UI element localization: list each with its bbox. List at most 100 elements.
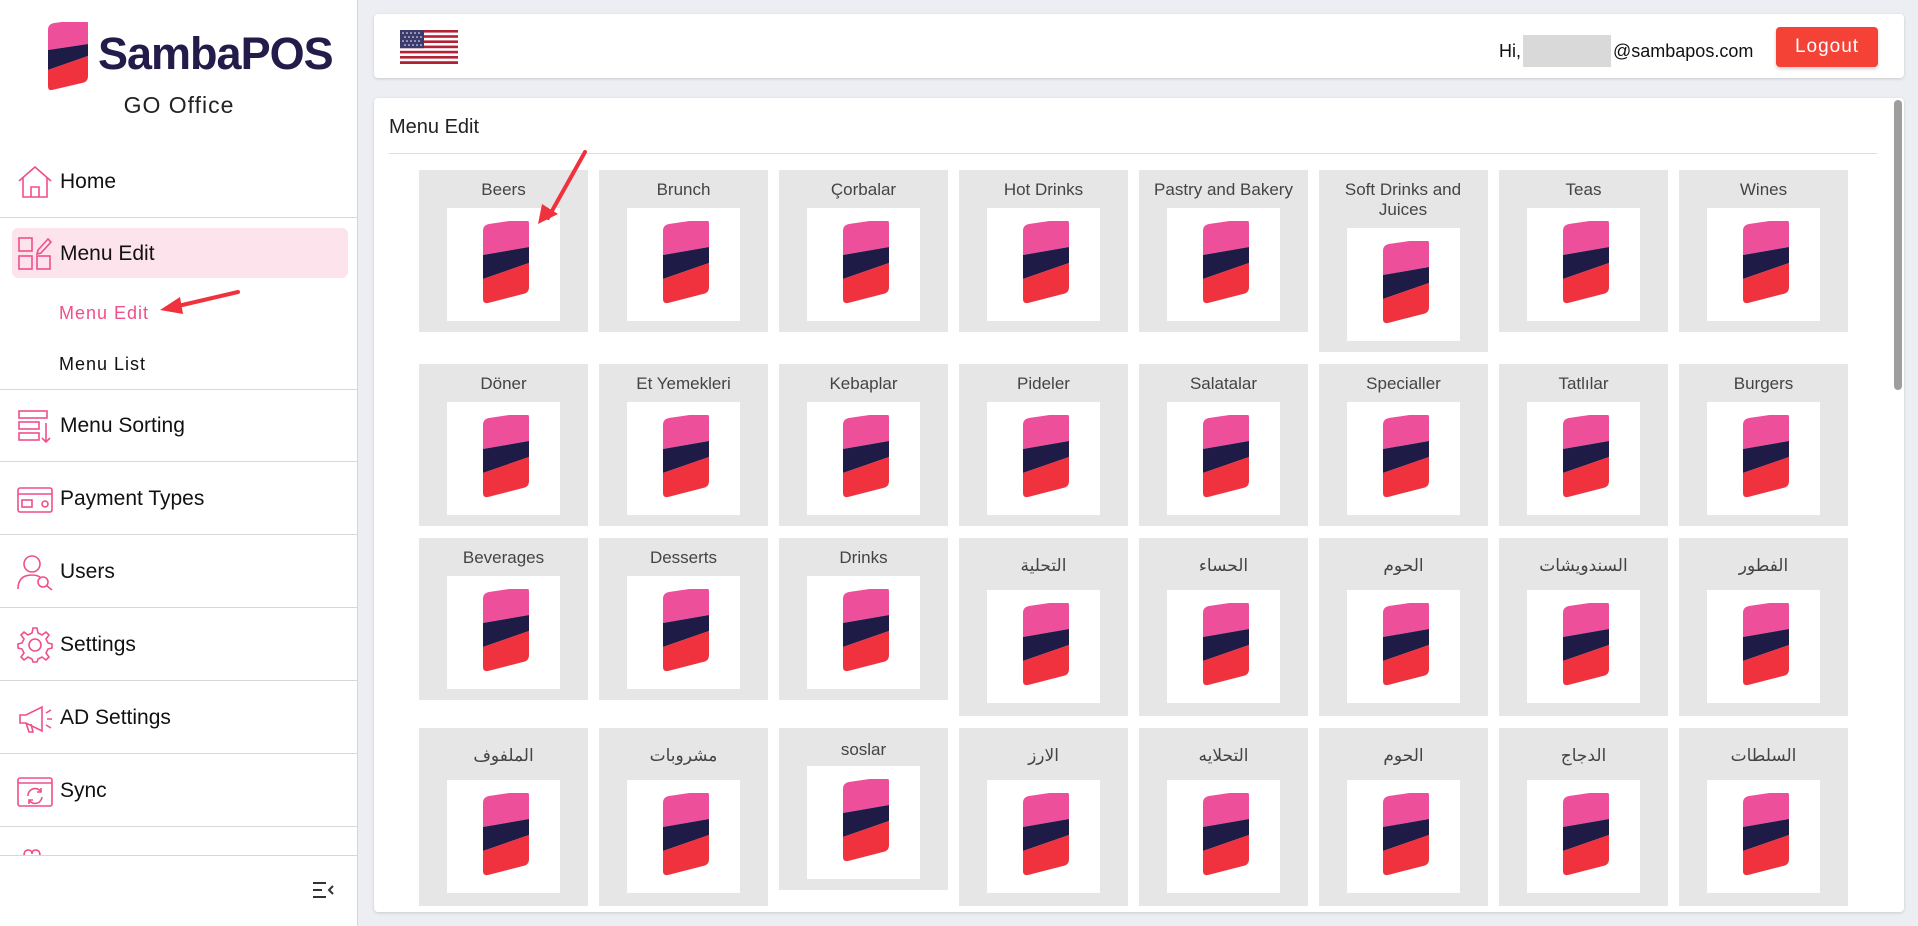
menu-tile[interactable]: Döner [419, 364, 588, 526]
menu-tile[interactable]: الحوم [1319, 728, 1488, 906]
menu-tile[interactable]: السندويشات [1499, 538, 1668, 716]
sync-icon [17, 776, 53, 807]
menu-tile[interactable]: soslar [779, 728, 948, 890]
menu-tile-image [1527, 780, 1640, 893]
menu-tile-image [1527, 402, 1640, 515]
menu-tile[interactable]: Pideler [959, 364, 1128, 526]
scrollbar[interactable] [1892, 98, 1904, 912]
sambapos-logo-icon [1742, 414, 1789, 497]
menu-tile-name: Döner [480, 374, 527, 393]
menu-tile-image [627, 576, 740, 689]
menu-tile-image [987, 402, 1100, 515]
sidebar-item-home[interactable]: Home [0, 146, 358, 218]
us-flag-icon[interactable] [400, 30, 458, 64]
sambapos-logo-icon [842, 220, 889, 303]
menu-tile-image [1167, 208, 1280, 321]
menu-tile-image [1347, 228, 1460, 341]
menu-tile[interactable]: Beverages [419, 538, 588, 700]
menu-tile[interactable]: الارز [959, 728, 1128, 906]
sambapos-logo-icon [1202, 220, 1249, 303]
sidebar-item-menu-sorting[interactable]: Menu Sorting [0, 390, 358, 462]
sambapos-logo-icon [1022, 414, 1069, 497]
menu-tile[interactable]: Desserts [599, 538, 768, 700]
sidebar: SambaPOS GO Office Home Menu Edit Menu E… [0, 0, 358, 926]
menu-tile[interactable]: Specialler [1319, 364, 1488, 526]
menu-tile[interactable]: الحساء [1139, 538, 1308, 716]
sambapos-logo-icon [48, 22, 88, 91]
page-title: Menu Edit [389, 116, 480, 138]
sambapos-logo-icon [1742, 792, 1789, 875]
logout-button[interactable]: Logout [1776, 27, 1878, 67]
menu-tile[interactable]: Burgers [1679, 364, 1848, 526]
menu-tile[interactable]: التحلية [959, 538, 1128, 716]
menu-tile[interactable]: Beers [419, 170, 588, 332]
menu-tile-image [627, 402, 740, 515]
menu-tile-image [1167, 402, 1280, 515]
menu-tile[interactable]: الملفوف [419, 728, 588, 906]
divider [389, 153, 1877, 154]
menu-tile[interactable]: Çorbalar [779, 170, 948, 332]
edit-grid-icon [18, 237, 53, 270]
sambapos-logo-icon [1022, 220, 1069, 303]
sambapos-logo-icon [662, 588, 709, 671]
menu-tile-image [1167, 780, 1280, 893]
menu-tile-image [447, 576, 560, 689]
menu-tile[interactable]: Tatlılar [1499, 364, 1668, 526]
menu-tile-image [1167, 590, 1280, 703]
menu-tile[interactable]: Soft Drinks and Juices [1319, 170, 1488, 352]
menu-tile-name: Tatlılar [1558, 374, 1609, 393]
menu-tile-image [807, 208, 920, 321]
sidebar-subitem-menu-edit[interactable]: Menu Edit [59, 303, 149, 324]
menu-tile-image [807, 766, 920, 879]
scrollbar-thumb[interactable] [1894, 100, 1902, 390]
sort-icon [18, 409, 51, 443]
menu-tile[interactable]: Drinks [779, 538, 948, 700]
menu-tile[interactable]: Et Yemekleri [599, 364, 768, 526]
menu-tile-name: الدجاج [1560, 746, 1607, 765]
sambapos-logo-icon [842, 414, 889, 497]
sidebar-item-settings[interactable]: Settings [0, 609, 358, 681]
sidebar-item-sync[interactable]: Sync [0, 755, 358, 827]
menu-tile[interactable]: Hot Drinks [959, 170, 1128, 332]
sidebar-item-users[interactable]: Users [0, 536, 358, 608]
sambapos-logo-icon [1022, 792, 1069, 875]
menu-tile-name: Pideler [1017, 374, 1070, 393]
menu-tile-image [807, 402, 920, 515]
menu-tile[interactable]: مشروبات [599, 728, 768, 906]
menu-tile[interactable]: Pastry and Bakery [1139, 170, 1308, 332]
menu-tile[interactable]: Brunch [599, 170, 768, 332]
menu-tile[interactable]: Salatalar [1139, 364, 1308, 526]
menu-tile[interactable]: Wines [1679, 170, 1848, 332]
menu-tile-name: Et Yemekleri [636, 374, 731, 393]
menu-tile[interactable]: Kebaplar [779, 364, 948, 526]
menu-tile-name: Çorbalar [830, 180, 897, 199]
menu-tile[interactable]: الحوم [1319, 538, 1488, 716]
menu-tile-image [1707, 590, 1820, 703]
brand-subtitle: GO Office [123, 92, 235, 118]
menu-tile-name: الحوم [1383, 556, 1424, 575]
sambapos-logo-icon [662, 792, 709, 875]
collapse-menu-icon[interactable] [312, 880, 334, 900]
menu-tile[interactable]: الفطور [1679, 538, 1848, 716]
menu-tile-image [1707, 780, 1820, 893]
top-bar: Hi, @sambapos.com Logout [374, 14, 1904, 78]
sidebar-item-payment-types[interactable]: Payment Types [0, 463, 358, 535]
menu-tile[interactable]: Teas [1499, 170, 1668, 332]
sidebar-item-ad-settings[interactable]: AD Settings [0, 682, 358, 754]
sidebar-subitem-menu-list[interactable]: Menu List [59, 354, 146, 375]
menu-tile-image [627, 208, 740, 321]
menu-tile-image [987, 590, 1100, 703]
menu-tile-image [1527, 590, 1640, 703]
user-icon [17, 554, 53, 591]
sambapos-logo-icon [1202, 414, 1249, 497]
sidebar-item-menu-edit[interactable]: Menu Edit [0, 218, 358, 290]
sambapos-logo-icon [1382, 414, 1429, 497]
menu-tile-image [1347, 402, 1460, 515]
payment-icon [17, 486, 53, 513]
menu-tile[interactable]: التحلايه [1139, 728, 1308, 906]
menu-tile[interactable]: السلطات [1679, 728, 1848, 906]
menu-tile[interactable]: الدجاج [1499, 728, 1668, 906]
menu-tile-name: الحساء [1198, 556, 1249, 575]
menu-tile-name: Drinks [839, 548, 888, 567]
sambapos-logo-icon [662, 220, 709, 303]
